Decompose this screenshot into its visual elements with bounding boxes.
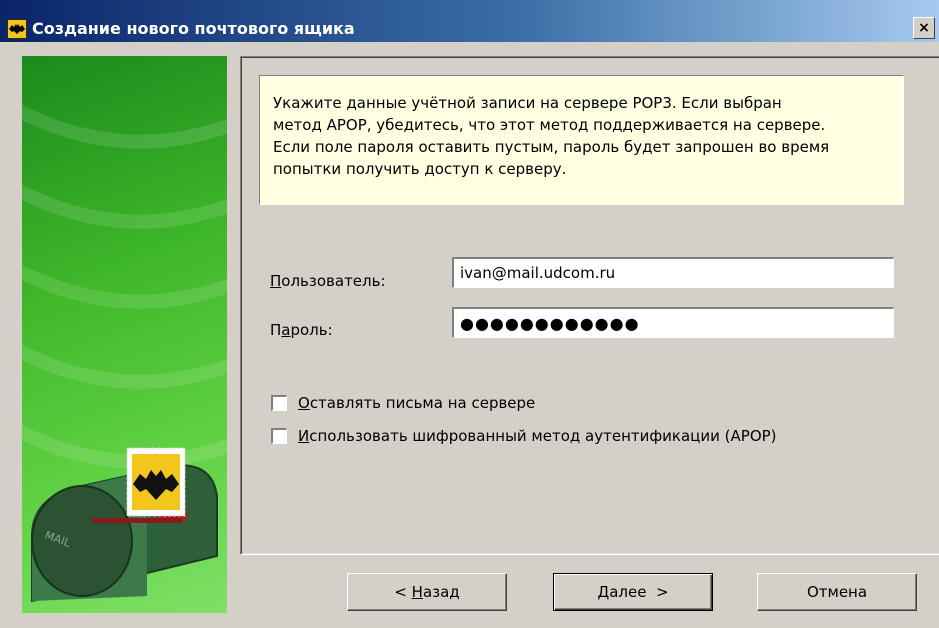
leave-on-server-accel: О xyxy=(298,394,310,412)
leave-on-server-text: ставлять письма на сервере xyxy=(309,394,536,412)
back-button[interactable]: < Назад xyxy=(347,573,507,611)
bat-stamp-icon xyxy=(126,447,186,517)
user-input[interactable] xyxy=(452,257,894,288)
apop-label[interactable]: Использовать шифрованный метод аутентифи… xyxy=(298,427,777,445)
next-accel: Д xyxy=(597,583,610,601)
password-label: Пароль: xyxy=(270,321,333,339)
info-text: Укажите данные учётной записи на сервере… xyxy=(273,92,903,180)
wizard-side-illustration: MAIL xyxy=(22,56,227,613)
user-label-accel: П xyxy=(270,272,282,290)
password-input[interactable] xyxy=(452,307,894,338)
info-line-3: Если поле пароля оставить пустым, пароль… xyxy=(273,138,830,156)
bat-app-icon xyxy=(7,19,27,39)
user-label-text: ользователь: xyxy=(281,272,386,290)
back-accel: Н xyxy=(411,583,423,601)
info-line-1: Укажите данные учётной записи на сервере… xyxy=(273,94,782,112)
info-box: Укажите данные учётной записи на сервере… xyxy=(259,75,904,205)
cancel-button[interactable]: Отмена xyxy=(757,573,917,611)
leave-on-server-label[interactable]: Оставлять письма на сервере xyxy=(298,394,535,412)
password-label-text: роль: xyxy=(290,321,333,339)
info-line-2: метод APOP, убедитесь, что этот метод по… xyxy=(273,116,826,134)
window-title: Создание нового почтового ящика xyxy=(32,19,355,38)
info-line-4: попытки получить доступ к серверу. xyxy=(273,160,567,178)
back-prefix: < xyxy=(394,583,412,601)
close-button[interactable]: × xyxy=(913,17,935,39)
leave-on-server-checkbox[interactable] xyxy=(271,395,287,411)
mailbox-illustration: MAIL xyxy=(31,447,218,603)
next-text: алее > xyxy=(609,583,669,601)
apop-checkbox[interactable] xyxy=(271,428,287,444)
apop-accel: И xyxy=(298,427,310,445)
user-label: Пользователь: xyxy=(270,272,386,290)
password-label-pre: П xyxy=(270,321,282,339)
next-button[interactable]: Далее > xyxy=(553,573,713,611)
apop-text: спользовать шифрованный метод аутентифик… xyxy=(309,427,777,445)
back-text: азад xyxy=(422,583,460,601)
